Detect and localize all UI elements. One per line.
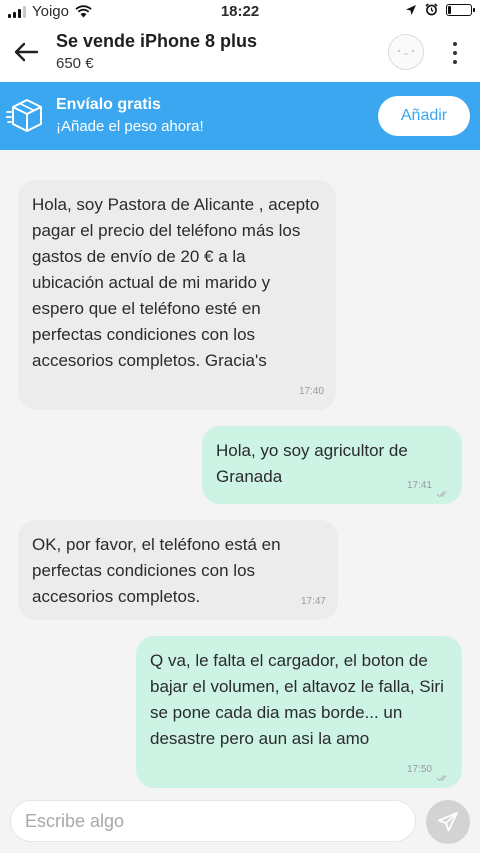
message-text: Q va, le falta el cargador, el boton de … [150, 651, 444, 748]
message-time: 17:40 [298, 386, 324, 397]
message-text: Hola, soy Pastora de Alicante , acepto p… [32, 195, 320, 370]
chat-header: Se vende iPhone 8 plus 650 € [0, 24, 480, 82]
product-title[interactable]: Se vende iPhone 8 plus [56, 31, 257, 52]
avatar[interactable] [388, 34, 424, 70]
product-price: 650 € [56, 55, 94, 72]
avatar-icon [397, 49, 415, 55]
send-button[interactable] [426, 800, 470, 844]
banner-title: Envíalo gratis [56, 96, 161, 113]
more-vertical-icon-dot [453, 51, 457, 55]
message-input[interactable] [10, 800, 416, 842]
message-incoming: Hola, soy Pastora de Alicante , acepto p… [18, 180, 336, 410]
message-outgoing: Hola, yo soy agricultor de Granada 17:41 [202, 426, 462, 504]
more-vertical-icon-dot [453, 42, 457, 46]
battery-level [448, 5, 452, 14]
message-text: OK, por favor, el teléfono está en perfe… [32, 535, 281, 606]
message-time: 17:50 [406, 764, 432, 775]
message-input-bar [0, 795, 480, 853]
send-icon [438, 812, 458, 832]
location-arrow-icon [406, 4, 416, 15]
battery-icon [446, 3, 475, 16]
add-weight-button[interactable]: Añadir [378, 96, 470, 136]
back-arrow-icon [14, 42, 39, 62]
back-button[interactable] [6, 34, 46, 70]
more-options-button[interactable] [438, 36, 472, 70]
message-incoming: OK, por favor, el teléfono está en perfe… [18, 520, 338, 620]
banner-subtitle: ¡Añade el peso ahora! [56, 118, 204, 135]
message-time: 17:47 [300, 596, 326, 607]
double-check-icon [436, 775, 447, 782]
message-time: 17:41 [406, 480, 432, 491]
alarm-icon [425, 3, 438, 16]
status-bar: Yoigo 18:22 [0, 0, 480, 24]
double-check-icon [436, 491, 447, 498]
chat-messages[interactable]: Hola, soy Pastora de Alicante , acepto p… [0, 150, 480, 795]
message-outgoing: Q va, le falta el cargador, el boton de … [136, 636, 462, 788]
more-vertical-icon-dot [453, 60, 457, 64]
status-right [405, 3, 475, 16]
free-shipping-banner: Envíalo gratis ¡Añade el peso ahora! Aña… [0, 82, 480, 150]
box-icon [6, 99, 42, 132]
